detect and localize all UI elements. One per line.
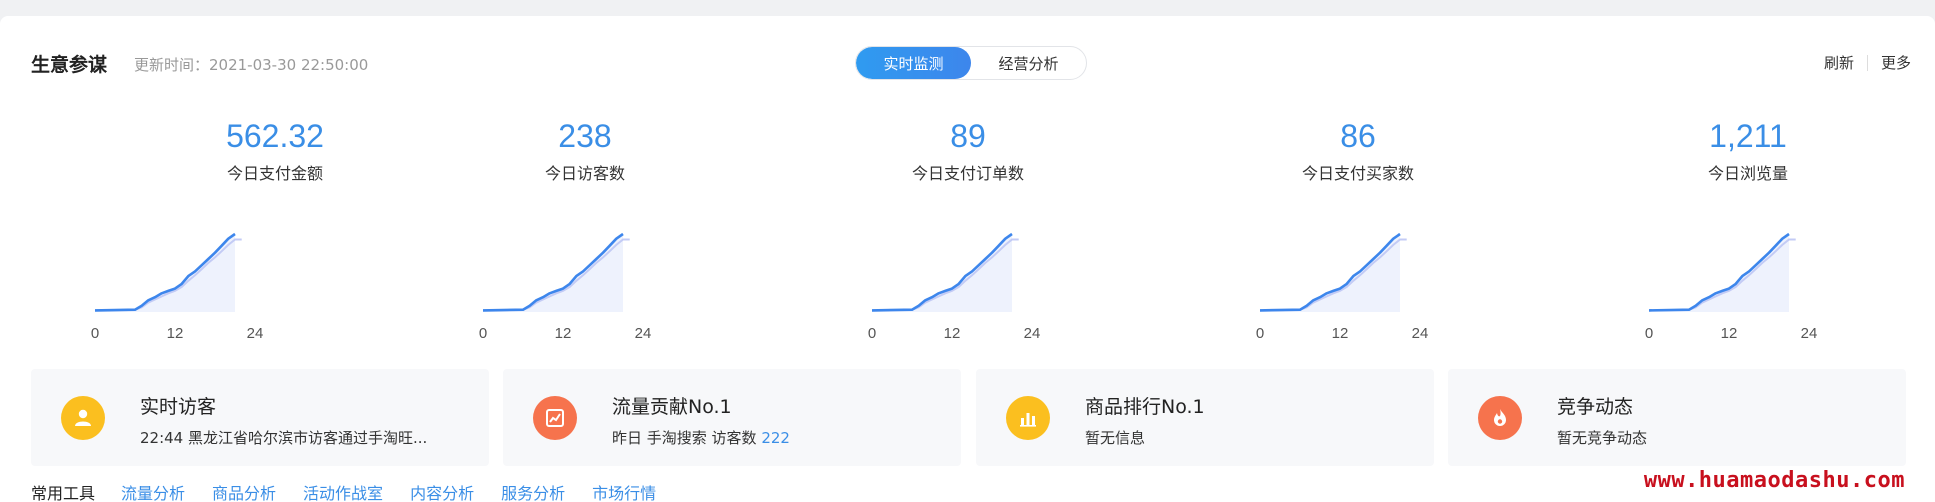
card-subtitle: 昨日 手淘搜索 访客数 222 (612, 427, 790, 448)
more-button[interactable]: 更多 (1881, 52, 1911, 73)
metric-value: 86 (1340, 118, 1376, 154)
sparkline-area (95, 234, 235, 312)
metric-label: 今日访客数 (544, 164, 625, 183)
sparkline-x-tick: 0 (479, 325, 487, 342)
card-title: 实时访客 (140, 396, 217, 418)
metric-value: 238 (558, 118, 612, 154)
common-tools-bar: 常用工具 流量分析 商品分析 活动作战室 内容分析 服务分析 市场行情 (31, 480, 683, 502)
card-subtitle-text: 暂无竞争动态 (1557, 429, 1648, 447)
site-watermark: www.huamaodashu.com (1643, 468, 1905, 493)
tab-realtime-monitor[interactable]: 实时监测 (856, 47, 971, 79)
tool-link-traffic-analysis[interactable]: 流量分析 (121, 480, 185, 502)
sparkline-area (872, 234, 1012, 312)
tab-business-analysis[interactable]: 经营分析 (971, 47, 1086, 79)
sparkline-x-tick: 12 (1332, 325, 1349, 342)
metric-pay-amount[interactable]: 562.32 今日支付金额 (145, 116, 405, 184)
metric-label: 今日支付金额 (226, 164, 323, 183)
metric-visitors[interactable]: 238 今日访客数 (455, 116, 715, 184)
refresh-button[interactable]: 刷新 (1824, 52, 1854, 73)
sparkline-visitors: 0 12 24 (477, 228, 687, 348)
visitor-count: 222 (761, 429, 790, 447)
sparkline-x-tick: 24 (635, 325, 652, 342)
sparkline-x-tick: 0 (91, 325, 99, 342)
card-subtitle-text: 暂无信息 (1085, 429, 1146, 447)
header-actions: 刷新 更多 (1824, 52, 1911, 73)
metric-label: 今日浏览量 (1707, 164, 1788, 183)
sparkline-x-tick: 24 (1024, 325, 1041, 342)
page-title: 生意参谋 (31, 54, 108, 76)
sparkline-x-tick: 12 (1721, 325, 1738, 342)
card-title: 流量贡献No.1 (612, 396, 732, 418)
metric-label: 今日支付订单数 (911, 164, 1024, 183)
metric-label: 今日支付买家数 (1301, 164, 1414, 183)
card-title: 竞争动态 (1557, 396, 1634, 418)
metric-pay-orders[interactable]: 89 今日支付订单数 (838, 116, 1098, 184)
tool-link-service-analysis[interactable]: 服务分析 (501, 480, 565, 502)
update-time: 更新时间：2021-03-30 22:50:00 (134, 56, 369, 74)
tool-link-content-analysis[interactable]: 内容分析 (410, 480, 474, 502)
metric-pay-buyers[interactable]: 86 今日支付买家数 (1228, 116, 1488, 184)
sparkline-pay-amount: 0 12 24 (89, 228, 299, 348)
sparkline-page-views: 0 12 24 (1643, 228, 1853, 348)
sparkline-area (1649, 234, 1789, 312)
card-subtitle: 暂无竞争动态 (1557, 427, 1647, 448)
sparkline-area (1260, 234, 1400, 312)
view-tab-switch: 实时监测 经营分析 (855, 46, 1087, 80)
metric-page-views[interactable]: 1,211 今日浏览量 (1618, 116, 1878, 184)
sparkline-x-tick: 24 (1801, 325, 1818, 342)
sparkline-x-tick: 24 (1412, 325, 1429, 342)
sparkline-x-tick: 0 (1256, 325, 1264, 342)
card-title: 商品排行No.1 (1085, 396, 1205, 418)
bar-chart-icon (1006, 396, 1050, 440)
flame-icon (1478, 396, 1522, 440)
card-product-ranking[interactable]: 商品排行No.1 暂无信息 (976, 369, 1434, 466)
user-icon (61, 396, 105, 440)
card-subtitle: 22:44 黑龙江省哈尔滨市访客通过手淘旺... (140, 427, 427, 448)
trend-icon (533, 396, 577, 440)
sparkline-x-tick: 0 (868, 325, 876, 342)
metric-value: 1,211 (1709, 118, 1787, 154)
card-subtitle: 暂无信息 (1085, 427, 1145, 448)
metric-value: 562.32 (226, 118, 324, 154)
card-traffic-contribution[interactable]: 流量贡献No.1 昨日 手淘搜索 访客数 222 (503, 369, 961, 466)
card-competition-news[interactable]: 竞争动态 暂无竞争动态 (1448, 369, 1906, 466)
tool-link-campaign-room[interactable]: 活动作战室 (303, 480, 383, 502)
card-subtitle-text: 22:44 黑龙江省哈尔滨市访客通过手淘旺... (140, 429, 428, 447)
common-tools-label: 常用工具 (31, 484, 96, 502)
sparkline-pay-orders: 0 12 24 (866, 228, 1076, 348)
card-realtime-visitors[interactable]: 实时访客 22:44 黑龙江省哈尔滨市访客通过手淘旺... (31, 369, 489, 466)
tool-link-market-trends[interactable]: 市场行情 (592, 480, 656, 502)
sparkline-x-tick: 12 (555, 325, 572, 342)
divider (1866, 54, 1868, 71)
dashboard-panel: 生意参谋 更新时间：2021-03-30 22:50:00 实时监测 经营分析 … (0, 16, 1935, 502)
sparkline-x-tick: 12 (167, 325, 184, 342)
sparkline-x-tick: 12 (944, 325, 961, 342)
tool-link-product-analysis[interactable]: 商品分析 (212, 480, 276, 502)
sparkline-pay-buyers: 0 12 24 (1254, 228, 1464, 348)
sparkline-area (483, 234, 623, 312)
card-subtitle-text: 昨日 手淘搜索 访客数 (612, 429, 762, 447)
metric-value: 89 (950, 118, 986, 154)
sparkline-x-tick: 0 (1645, 325, 1653, 342)
sparkline-x-tick: 24 (247, 325, 264, 342)
